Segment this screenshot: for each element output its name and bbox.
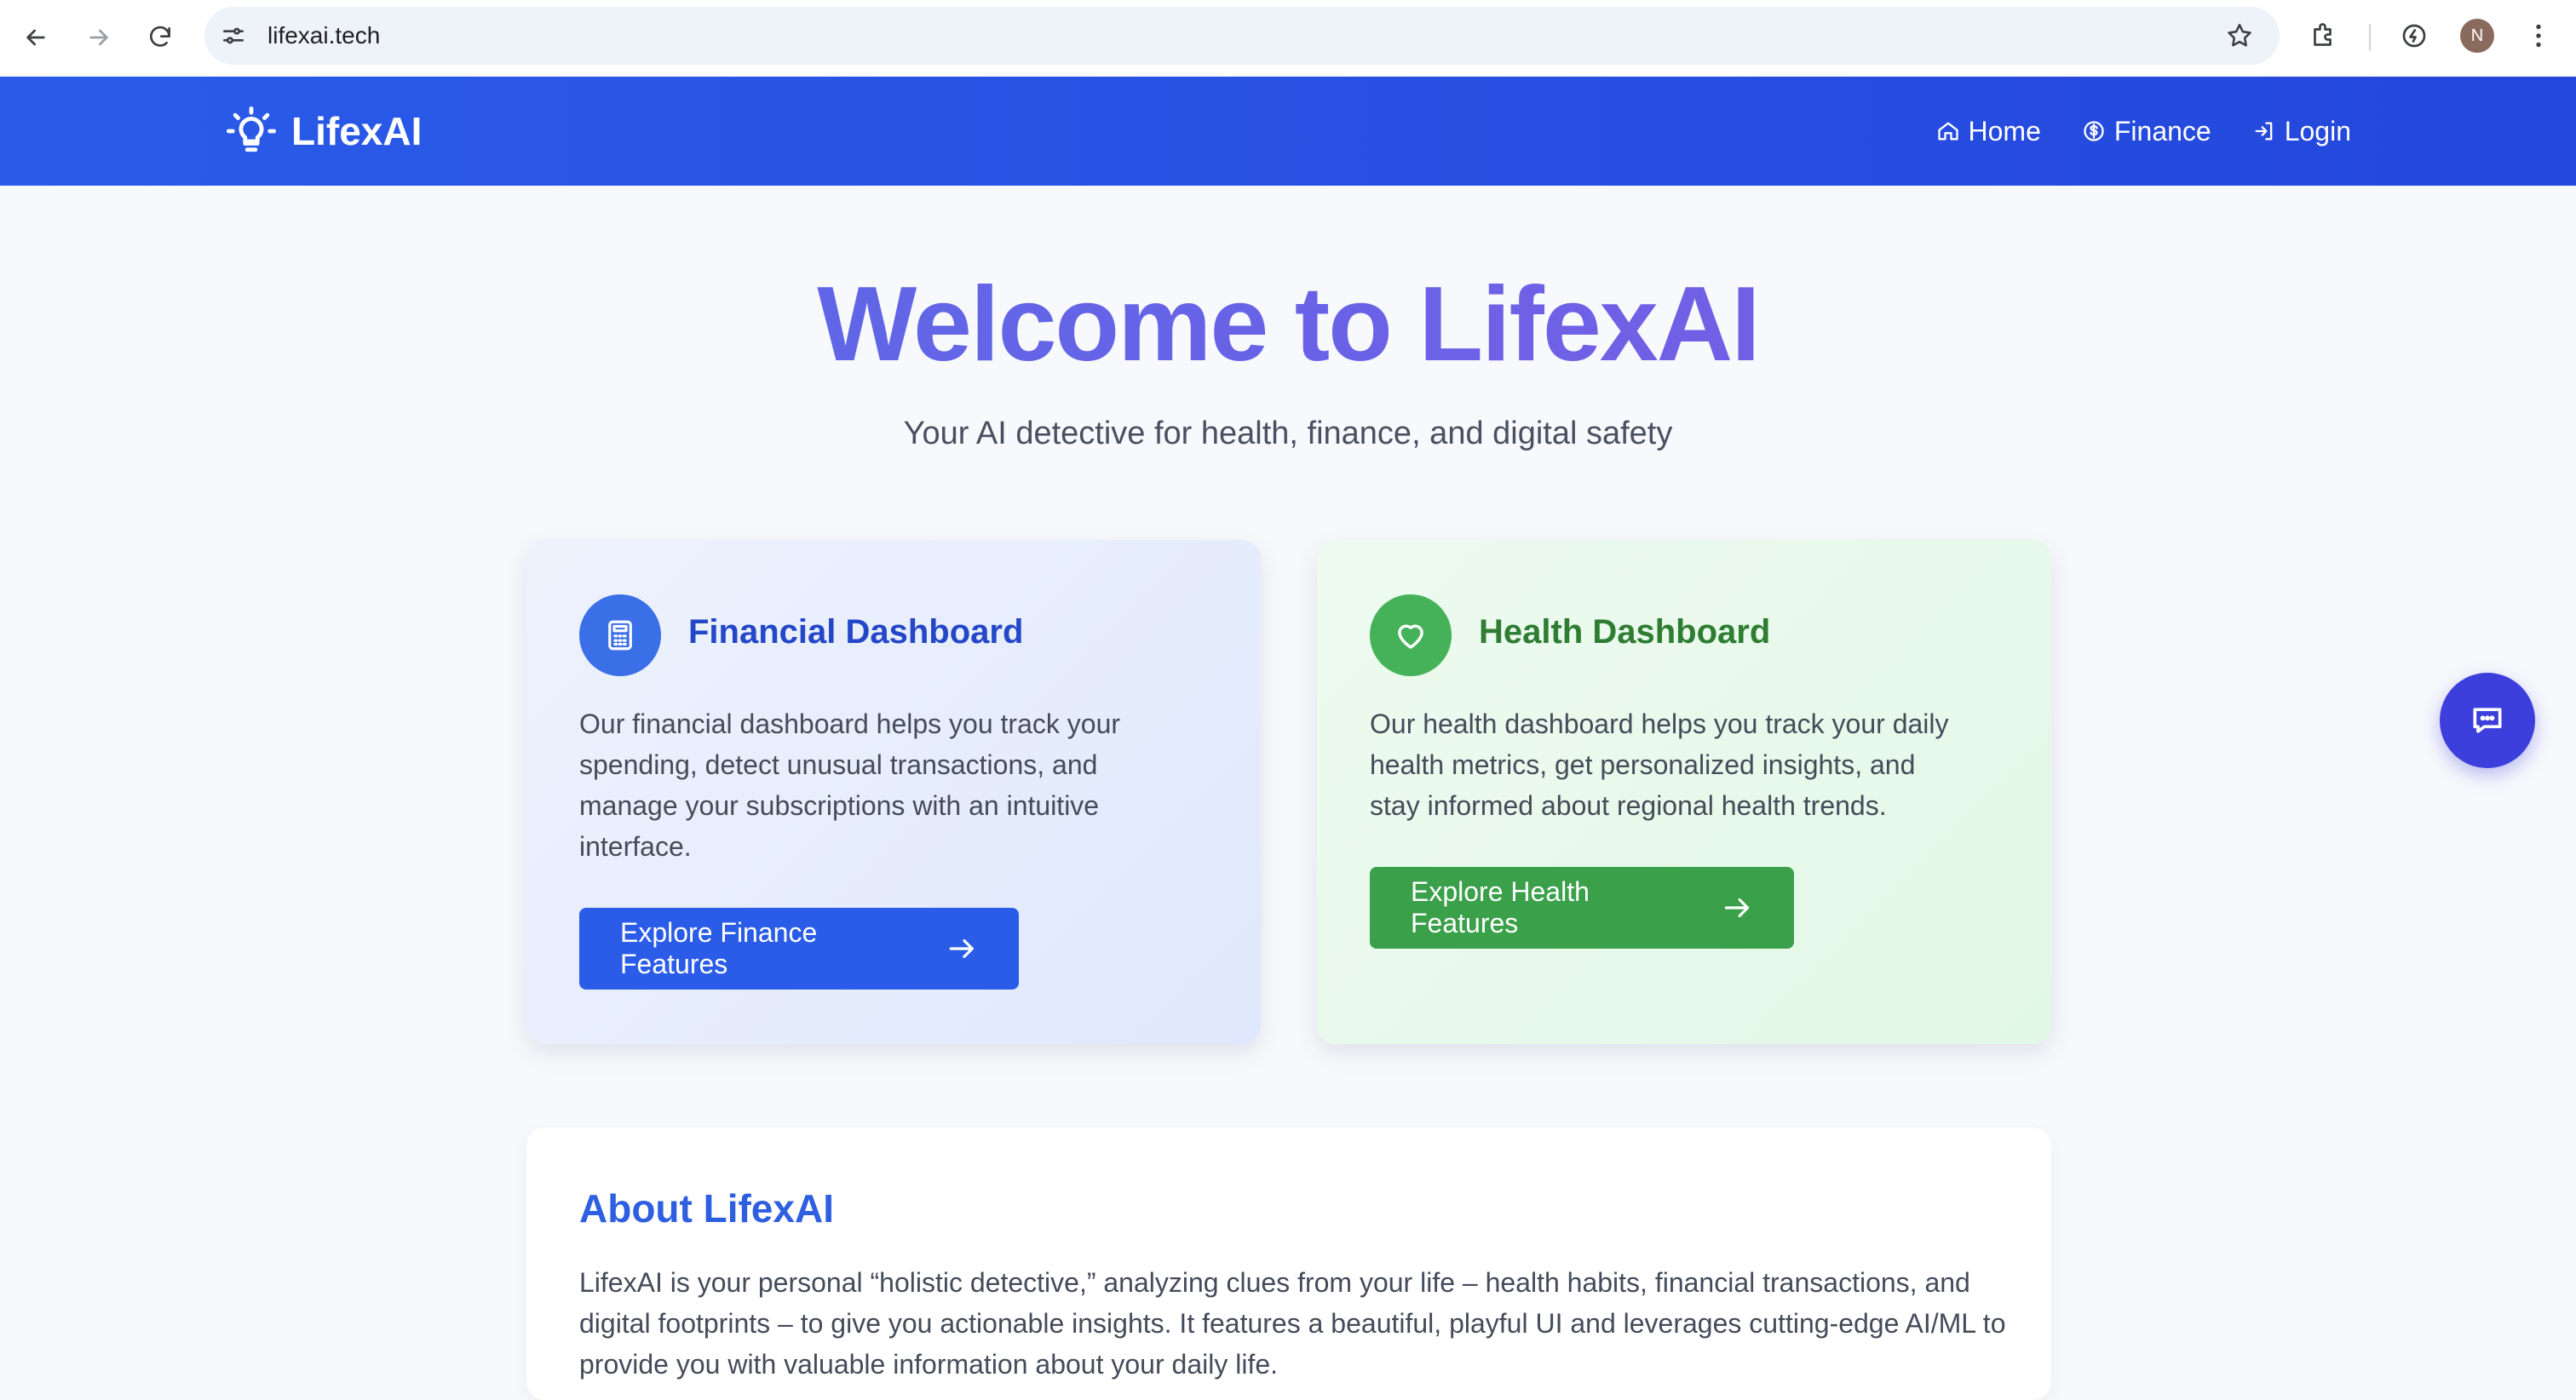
hero-title: Welcome to LifexAI xyxy=(0,264,2576,385)
health-card-description: Our health dashboard helps you track you… xyxy=(1370,709,1949,821)
bookmark-star-icon[interactable] xyxy=(2225,21,2254,50)
about-text: LifexAI is your personal “holistic detec… xyxy=(579,1267,2006,1380)
dollar-circle-icon xyxy=(2084,121,2104,141)
reload-icon xyxy=(150,26,170,47)
login-icon xyxy=(2255,122,2273,141)
financial-dashboard-card: Financial Dashboard Our financial dashbo… xyxy=(526,540,1261,1044)
performance-button[interactable] xyxy=(2395,17,2433,55)
site-settings-icon[interactable] xyxy=(220,22,247,49)
about-section: About LifexAI LifexAI is your personal “… xyxy=(526,1127,2051,1400)
financial-card-title: Financial Dashboard xyxy=(688,613,1024,651)
explore-health-button[interactable]: Explore Health Features xyxy=(1370,867,1794,949)
chat-button[interactable] xyxy=(2440,673,2535,768)
extensions-button[interactable] xyxy=(2305,17,2343,55)
brand-logo[interactable]: LifexAI xyxy=(227,102,422,160)
reload-button[interactable] xyxy=(141,19,179,56)
heart-icon xyxy=(1398,624,1423,649)
nav-finance[interactable]: Finance xyxy=(2082,116,2211,147)
lightbulb-icon xyxy=(227,106,276,152)
nav-login[interactable]: Login xyxy=(2252,116,2351,147)
about-title: About LifexAI xyxy=(579,1186,834,1231)
profile-avatar[interactable]: N xyxy=(2460,19,2494,53)
back-button[interactable] xyxy=(17,19,55,56)
browser-toolbar: lifexai.tech N xyxy=(0,0,2576,75)
financial-card-description: Our financial dashboard helps you track … xyxy=(579,709,1121,862)
brand-name: LifexAI xyxy=(291,109,423,153)
health-badge xyxy=(1370,594,1452,676)
performance-icon xyxy=(2402,24,2426,48)
explore-finance-button[interactable]: Explore Finance Features xyxy=(579,908,1019,990)
explore-finance-label: Explore Finance Features xyxy=(620,917,818,979)
toolbar-divider xyxy=(2369,24,2371,51)
nav-home-label: Home xyxy=(1968,115,2041,146)
arrow-right-icon xyxy=(1724,898,1750,918)
kebab-menu-icon xyxy=(2536,24,2541,48)
url-text: lifexai.tech xyxy=(267,22,381,49)
arrow-right-icon xyxy=(950,939,975,958)
forward-button[interactable] xyxy=(80,19,118,56)
address-bar[interactable]: lifexai.tech xyxy=(204,7,2280,65)
health-dashboard-card: Health Dashboard Our health dashboard he… xyxy=(1317,540,2051,1044)
explore-health-label: Explore Health Features xyxy=(1411,876,1590,938)
nav-home[interactable]: Home xyxy=(1936,116,2041,147)
health-card-title: Health Dashboard xyxy=(1479,613,1771,651)
home-icon xyxy=(1937,122,1958,141)
nav-login-label: Login xyxy=(2284,115,2351,146)
nav-finance-label: Finance xyxy=(2113,115,2211,146)
forward-icon xyxy=(89,29,108,46)
site-header: LifexAI Home Finance Login xyxy=(0,77,2576,186)
main-nav: Home Finance Login xyxy=(1895,77,2351,186)
browser-menu-button[interactable] xyxy=(2520,17,2557,55)
extensions-icon xyxy=(2314,23,2332,46)
back-icon xyxy=(26,29,45,46)
chat-bubble-icon xyxy=(2473,708,2502,733)
calculator-icon xyxy=(608,620,632,651)
hero-subtitle: Your AI detective for health, finance, a… xyxy=(903,416,1673,451)
financial-badge xyxy=(579,594,661,676)
